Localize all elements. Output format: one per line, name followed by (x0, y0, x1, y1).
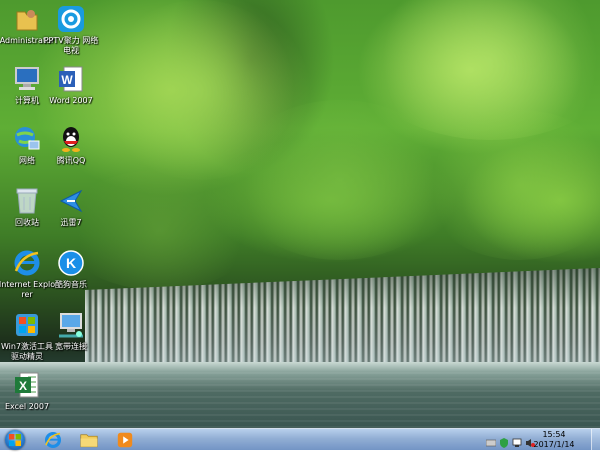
desktop-icon-qq[interactable]: 腾讯QQ (44, 124, 98, 166)
desktop-icon-label: 腾讯QQ (56, 156, 86, 165)
start-button[interactable] (5, 430, 25, 450)
desktop-icon-broadband[interactable]: 宽带连接 (44, 310, 98, 352)
desktop-icon-label: PPTV聚力 网络电视 (43, 36, 99, 55)
taskbar-clock[interactable]: 15:54 2017/1/14 (530, 430, 578, 450)
internet-explorer-icon (44, 431, 62, 448)
shield-icon[interactable] (499, 433, 509, 448)
media-player-icon (117, 432, 133, 447)
activation-tool-icon (12, 310, 42, 340)
desktop-icon-label: 酷狗音乐 (55, 280, 87, 289)
pptv-icon (56, 4, 86, 34)
broadband-icon (56, 310, 86, 340)
desktop-icon-word[interactable]: W Word 2007 (44, 64, 98, 106)
thunder-icon (56, 186, 86, 216)
taskbar-pinned-media-player[interactable] (110, 430, 140, 449)
network-icon (12, 124, 42, 154)
desktop-icon-label: Excel 2007 (4, 402, 50, 411)
excel-icon: X (12, 370, 42, 400)
desktop-icon-label: Word 2007 (49, 96, 93, 105)
desktop-icon-kugou[interactable]: K 酷狗音乐 (44, 248, 98, 290)
folder-icon (80, 433, 98, 447)
taskbar: 15:54 2017/1/14 (0, 428, 600, 450)
computer-icon (12, 64, 42, 94)
desktop-icon-label: 迅雷7 (60, 218, 82, 227)
svg-text:K: K (66, 255, 76, 271)
clock-time: 15:54 (542, 430, 566, 439)
taskbar-pinned-internet-explorer[interactable] (38, 430, 68, 449)
clock-date: 2017/1/14 (533, 440, 575, 449)
svg-text:W: W (61, 73, 73, 87)
kugou-icon: K (56, 248, 86, 278)
svg-text:X: X (19, 379, 27, 393)
keyboard-icon[interactable] (485, 433, 497, 447)
desktop-icon-label: 宽带连接 (55, 342, 87, 351)
internet-explorer-icon (12, 248, 42, 278)
recycle-bin-icon (12, 186, 42, 216)
desktop-icon-thunder[interactable]: 迅雷7 (44, 186, 98, 228)
windows-logo-icon (9, 434, 21, 446)
desktop-icon-pptv[interactable]: PPTV聚力 网络电视 (44, 4, 98, 56)
taskbar-pinned-windows-explorer[interactable] (74, 430, 104, 449)
show-desktop-button[interactable] (591, 429, 600, 450)
system-tray (485, 433, 535, 448)
desktop-icon-excel[interactable]: X Excel 2007 (0, 370, 54, 412)
word-icon: W (56, 64, 86, 94)
qq-icon (56, 124, 86, 154)
network-icon[interactable] (512, 433, 522, 447)
user-folder-icon (12, 4, 42, 34)
